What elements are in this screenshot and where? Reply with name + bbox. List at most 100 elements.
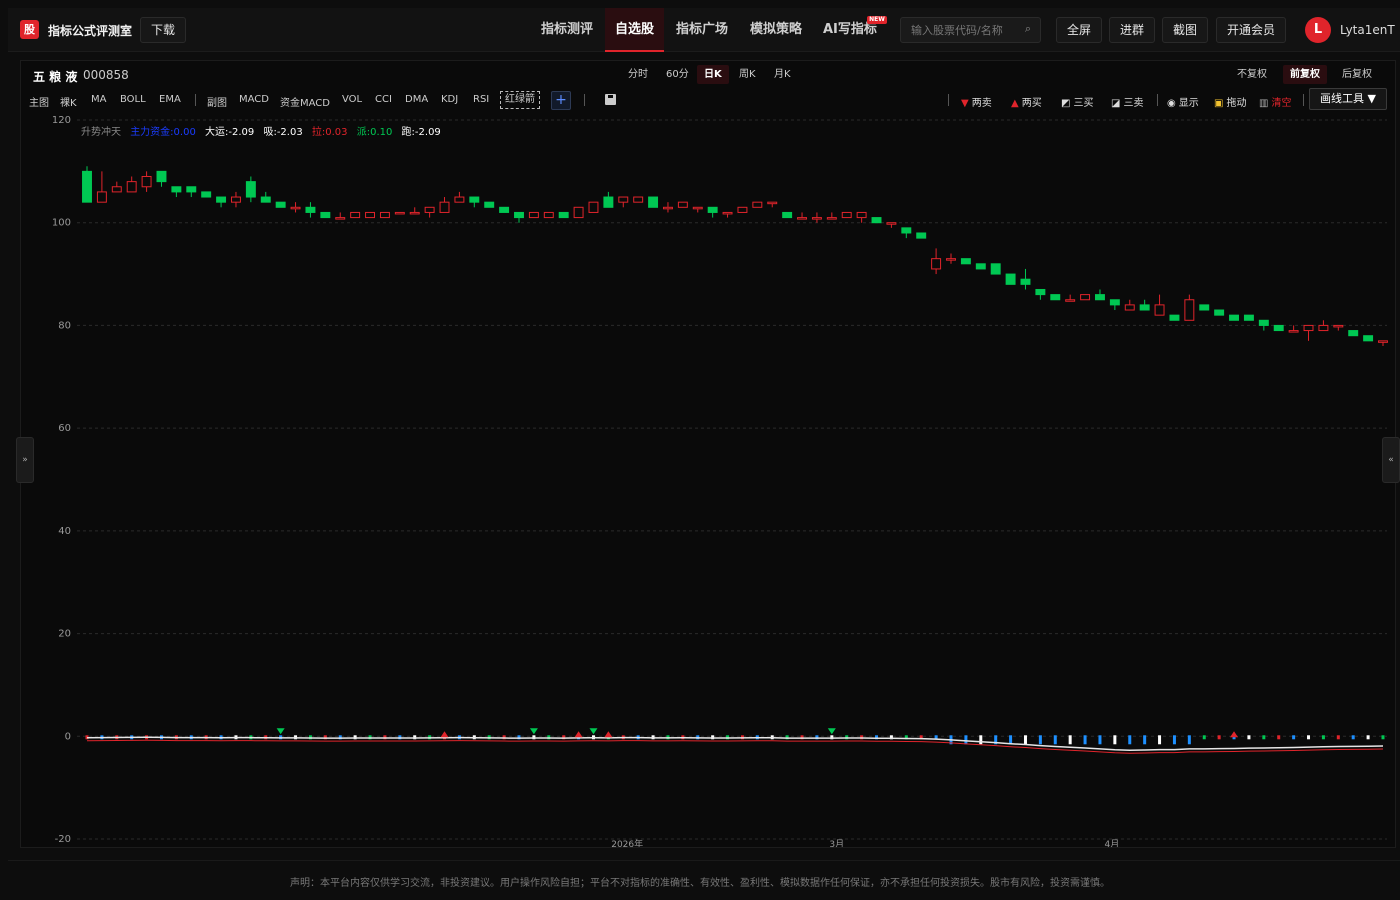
nav-watchlist[interactable]: 自选股: [605, 8, 665, 52]
nav-indicator-review[interactable]: 指标测评: [541, 8, 593, 52]
search-input[interactable]: [901, 18, 1017, 42]
candle-body: [1348, 330, 1359, 337]
candle-body: [1184, 299, 1195, 321]
indicator-bar: [1038, 735, 1042, 745]
candle-body: [528, 211, 539, 219]
indicator-bar: [1351, 735, 1355, 740]
period-day[interactable]: 日K: [697, 65, 729, 84]
up-triangle-icon: ▲: [1011, 98, 1019, 109]
candle-body: [916, 232, 927, 239]
nav-indicator-square[interactable]: 指标广场: [676, 8, 728, 52]
tool-three-sell-label: 三卖: [1123, 98, 1144, 109]
ind-naked-k[interactable]: 裸K: [60, 94, 77, 109]
candle-body: [379, 211, 390, 219]
indicator-bar: [964, 735, 968, 745]
candle-body: [797, 217, 808, 220]
period-60min[interactable]: 60分: [659, 65, 696, 84]
ind-rsi[interactable]: RSI: [473, 94, 489, 105]
tool-two-sell[interactable]: ▼ 两卖: [961, 94, 992, 109]
left-expand-button[interactable]: »: [16, 437, 34, 483]
logo-icon: 股: [20, 20, 39, 39]
tool-show[interactable]: ◉ 显示: [1167, 94, 1199, 109]
up-arrow-marker: [1230, 731, 1239, 738]
adj-backward[interactable]: 后复权: [1335, 65, 1379, 84]
adj-none[interactable]: 不复权: [1230, 65, 1274, 84]
screenshot-button[interactable]: 截图: [1162, 17, 1209, 43]
y-tick-label: 60: [58, 423, 71, 434]
right-expand-button[interactable]: «: [1382, 437, 1400, 483]
indicator-bar: [1098, 735, 1102, 745]
indicator-values: 升势冲天 主力资金:0.00 大运:-2.09 吸:-2.03 拉:0.03 派…: [81, 123, 447, 138]
candle-body: [782, 211, 793, 219]
candle-body: [1229, 314, 1240, 321]
y-tick-label: 0: [65, 731, 71, 742]
candle-body: [648, 196, 659, 208]
nav-sim-strategy[interactable]: 模拟策略: [750, 8, 802, 52]
ind-fund-macd[interactable]: 资金MACD: [280, 94, 330, 109]
candle-body: [543, 211, 554, 219]
tool-two-buy[interactable]: ▲ 两买: [1011, 94, 1042, 109]
candle-body: [409, 211, 420, 215]
nav-ai-indicator[interactable]: AI写指标 NEW: [823, 8, 887, 52]
draw-tools-button[interactable]: 画线工具 ▼: [1309, 88, 1387, 110]
new-badge: NEW: [867, 16, 887, 24]
ind-dispatch: 派:0.10: [356, 127, 393, 138]
candle-body: [662, 206, 673, 210]
search-icon[interactable]: ⌕: [1025, 22, 1031, 36]
ind-ema[interactable]: EMA: [159, 94, 181, 105]
app-title: 指标公式评测室: [48, 24, 133, 38]
ind-kdj[interactable]: KDJ: [441, 94, 458, 105]
fullscreen-button[interactable]: 全屏: [1056, 17, 1103, 43]
save-icon[interactable]: [605, 94, 616, 105]
candle-body: [484, 201, 495, 208]
ind-ma[interactable]: MA: [91, 94, 106, 105]
divider: [1157, 94, 1158, 106]
period-week[interactable]: 周K: [732, 65, 763, 84]
download-button[interactable]: 下载: [140, 17, 187, 43]
username[interactable]: Lyta1enT: [1340, 23, 1395, 37]
ind-cci[interactable]: CCI: [375, 94, 392, 105]
up-arrow-marker: [604, 731, 613, 738]
candle-body: [1065, 299, 1076, 302]
down-arrow-marker: [276, 728, 285, 735]
ind-macd[interactable]: MACD: [239, 94, 269, 105]
candle-body: [752, 201, 763, 208]
avatar[interactable]: L: [1305, 17, 1331, 43]
candle-body: [573, 206, 584, 219]
period-minute[interactable]: 分时: [621, 65, 655, 84]
membership-button[interactable]: 开通会员: [1216, 17, 1287, 43]
tool-drag[interactable]: ▣ 拖动: [1214, 94, 1246, 109]
kline-chart[interactable]: 120 100 80 60 40 20 0 -20 2026年 3月 4月: [21, 113, 1395, 847]
join-group-button[interactable]: 进群: [1109, 17, 1156, 43]
tool-three-buy[interactable]: ◩ 三买: [1061, 94, 1093, 109]
adj-forward[interactable]: 前复权: [1283, 65, 1327, 84]
candle-body: [931, 258, 942, 270]
candle-body: [1020, 278, 1031, 285]
divider: [8, 860, 1400, 861]
ind-vol[interactable]: VOL: [342, 94, 362, 105]
period-month[interactable]: 月K: [767, 65, 798, 84]
indicator-bar: [1187, 735, 1191, 745]
candle-body: [737, 206, 748, 213]
disclaimer: 声明：本平台内容仅供学习交流，非投资建议。用户操作风险自担；平台不对指标的准确性…: [290, 878, 1110, 889]
add-indicator-button[interactable]: +: [551, 91, 571, 110]
trend-up-icon: ◩: [1061, 98, 1071, 109]
candle-body: [1333, 324, 1344, 328]
ind-boll[interactable]: BOLL: [120, 94, 146, 105]
candle-body: [1035, 288, 1046, 296]
candle-body: [990, 263, 1001, 275]
ind-dma[interactable]: DMA: [405, 94, 428, 105]
stock-name: 五 粮 液: [33, 70, 78, 84]
candle-body: [946, 258, 956, 261]
tool-clear[interactable]: ▥ 清空: [1259, 94, 1291, 109]
candle-body: [1199, 304, 1210, 311]
tool-three-sell[interactable]: ◪ 三卖: [1111, 94, 1143, 109]
candle-body: [394, 211, 405, 215]
candle-body: [692, 206, 703, 210]
tool-two-buy-label: 两买: [1021, 98, 1042, 109]
stock-search[interactable]: ⌕: [900, 17, 1041, 43]
ind-red-green-arrow[interactable]: 红绿箭: [500, 91, 540, 109]
ind-pull: 拉:0.03: [311, 127, 348, 138]
candle-body: [1109, 299, 1120, 306]
candle-body: [707, 206, 718, 213]
